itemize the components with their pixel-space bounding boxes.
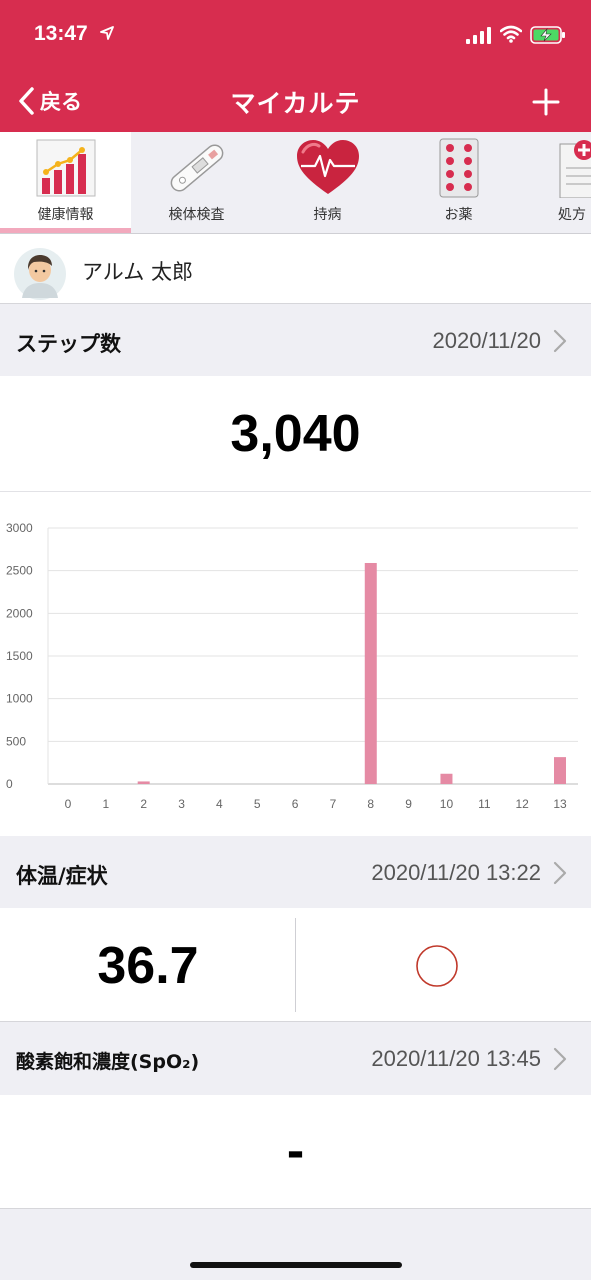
chart-bar	[440, 773, 453, 784]
section-title: 酸素飽和濃度(SpO₂)	[16, 1051, 200, 1073]
x-tick-label: 7	[330, 797, 337, 811]
x-tick-label: 11	[478, 797, 491, 811]
pill-pack-icon	[439, 138, 479, 198]
home-indicator[interactable]	[190, 1262, 402, 1268]
chart-bar	[364, 562, 377, 784]
tab-specimen-test[interactable]: 検体検査	[131, 132, 262, 233]
tab-medicine[interactable]: お薬	[393, 132, 524, 233]
x-tick-label: 12	[515, 797, 529, 811]
y-tick-label: 500	[6, 734, 26, 748]
temperature-value-panel: 36.7	[0, 908, 591, 1022]
avatar	[14, 248, 66, 300]
test-kit-icon	[170, 144, 224, 192]
chart-bar	[554, 757, 566, 784]
cellular-signal-icon	[466, 27, 491, 44]
section-date: 2020/11/20 13:45	[371, 1046, 541, 1071]
section-date: 2020/11/20 13:22	[371, 860, 541, 885]
x-tick-label: 1	[103, 797, 110, 811]
prescription-icon	[559, 140, 591, 198]
y-tick-label: 1500	[6, 649, 33, 663]
user-row[interactable]: アルム 太郎	[0, 234, 591, 304]
wifi-icon	[500, 25, 522, 43]
y-tick-label: 1000	[6, 692, 33, 706]
spo2-value-panel: -	[0, 1095, 591, 1209]
temperature-value: 36.7	[97, 937, 199, 995]
spo2-section-header[interactable]: 酸素飽和濃度(SpO₂) 2020/11/20 13:45	[0, 1023, 591, 1095]
app-header: 13:47 戻る マイカルテ	[0, 0, 591, 132]
chevron-right-icon	[553, 329, 567, 353]
bar-chart-icon	[36, 139, 96, 197]
y-tick-label: 2000	[6, 606, 33, 620]
steps-bar-chart: 0500100015002000250030000 1 2 3 4 5 6 7 8 9 10 11 12…	[6, 521, 578, 811]
tab-prescription[interactable]: 処方	[524, 132, 591, 233]
steps-chart: 0 500 1000 1500 2000 2500 3000 0 1 2 3 4 5 6 7 8 9 10 11 12…	[0, 491, 591, 836]
circle-icon	[416, 945, 458, 987]
steps-value: 3,040	[230, 405, 361, 463]
steps-value-panel: 3,040	[0, 376, 591, 491]
spo2-value: -	[286, 1122, 305, 1180]
tab-label: お薬	[444, 207, 473, 223]
chevron-right-icon	[553, 1047, 567, 1071]
tab-chronic-disease[interactable]: 持病	[262, 132, 393, 233]
x-tick-label: 2	[140, 797, 147, 811]
divider	[295, 918, 296, 1012]
y-tick-label: 0	[6, 777, 13, 791]
x-tick-label: 13	[553, 797, 567, 811]
y-tick-label: 3000	[6, 521, 33, 535]
y-tick-label: 2500	[6, 564, 33, 578]
x-tick-label: 8	[367, 797, 374, 811]
category-tabs: 健康情報 検体検査 持病 お薬 処方	[0, 132, 591, 234]
tab-label: 持病	[313, 207, 342, 223]
x-tick-label: 4	[216, 797, 223, 811]
chevron-right-icon	[553, 861, 567, 885]
battery-charging-icon	[530, 26, 565, 44]
status-time: 13:47	[34, 22, 88, 45]
section-date: 2020/11/20	[432, 328, 541, 353]
section-title: 体温/症状	[16, 864, 108, 888]
chart-bar	[137, 781, 150, 784]
location-arrow-icon	[100, 26, 114, 40]
x-tick-label: 9	[405, 797, 412, 811]
heart-icon	[297, 140, 359, 194]
tab-label: 処方	[558, 207, 586, 223]
add-icon[interactable]	[528, 84, 564, 120]
user-name: アルム 太郎	[82, 260, 194, 284]
temperature-section-header[interactable]: 体温/症状 2020/11/20 13:22	[0, 836, 591, 908]
tab-health-info[interactable]: 健康情報	[0, 132, 131, 233]
tab-label: 検体検査	[168, 207, 225, 223]
page-title: マイカルテ	[230, 89, 361, 118]
x-tick-label: 5	[254, 797, 261, 811]
x-tick-label: 3	[178, 797, 185, 811]
x-tick-label: 6	[292, 797, 299, 811]
x-tick-label: 0	[65, 797, 72, 811]
section-title: ステップ数	[16, 332, 121, 356]
steps-section-header[interactable]: ステップ数 2020/11/20	[0, 305, 591, 376]
x-tick-label: 10	[440, 797, 454, 811]
tab-label: 健康情報	[37, 207, 94, 223]
